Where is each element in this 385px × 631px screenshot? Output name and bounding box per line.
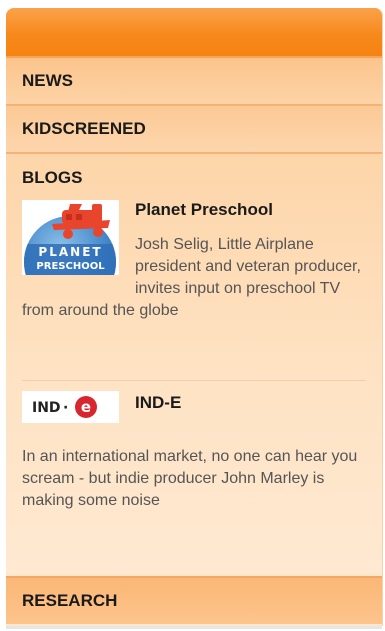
nav-item-research-label: RESEARCH <box>22 591 118 610</box>
panel-header-bar <box>6 8 382 56</box>
blogs-section: BLOGS PLANET PRESCHOOL Planet Preschool … <box>6 152 382 573</box>
planet-preschool-logo[interactable]: PLANET PRESCHOOL <box>22 200 119 308</box>
planet-logo-line1: PLANET <box>38 245 102 259</box>
sidebar-panel: NEWS KIDSCREENED BLOGS PLANET PRESCHOOL … <box>6 8 383 626</box>
blog-entry-ind-e: IND · e IND-E In an international market… <box>22 391 366 512</box>
planet-logo-line2: PRESCHOOL <box>36 261 105 272</box>
blog-entry-planet-preschool: PLANET PRESCHOOL Planet Preschool Josh S… <box>22 200 366 322</box>
nav-item-kidscreened[interactable]: KIDSCREENED <box>6 104 382 152</box>
ind-logo-e: e <box>81 398 91 416</box>
nav-item-research[interactable]: RESEARCH <box>6 576 382 624</box>
panel-bottom-line <box>6 626 382 629</box>
blog-description-ind-e: In an international market, no one can h… <box>22 448 358 509</box>
nav-item-kidscreened-label: KIDSCREENED <box>22 119 146 138</box>
nav-item-news-label: NEWS <box>22 71 73 90</box>
blogs-heading: BLOGS <box>22 168 83 187</box>
nav-item-news[interactable]: NEWS <box>6 56 382 104</box>
ind-logo-text: IND <box>32 400 61 416</box>
ind-logo-dot: · <box>63 400 68 416</box>
ind-e-logo[interactable]: IND · e <box>22 391 119 428</box>
blog-divider <box>22 380 366 381</box>
